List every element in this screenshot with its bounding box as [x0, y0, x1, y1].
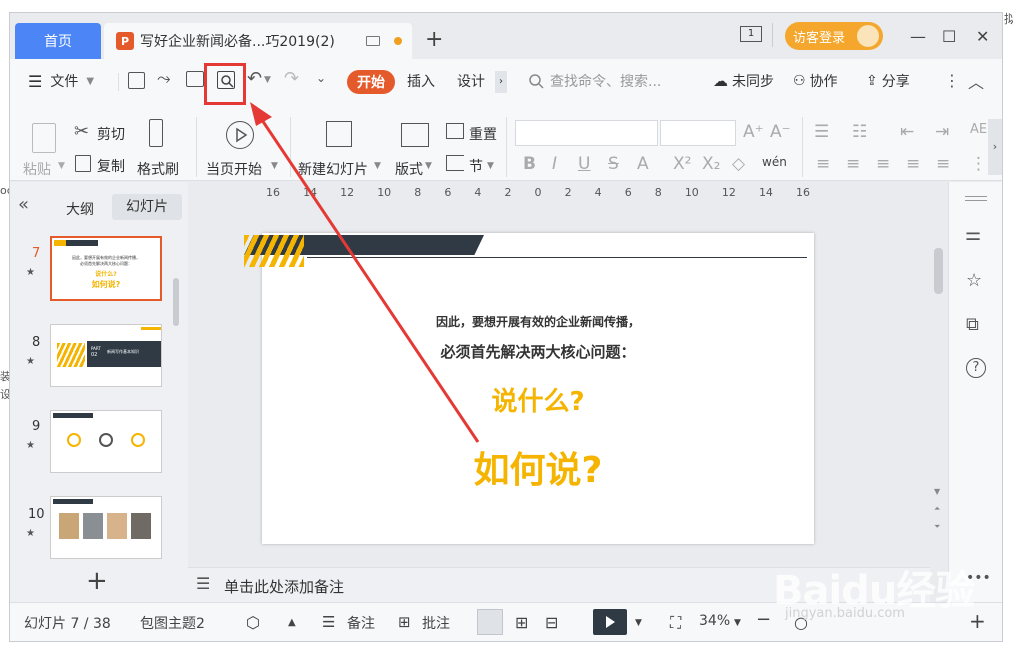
- watermark-url: jingyan.baidu.com: [785, 606, 905, 621]
- annotation-arrow: [250, 102, 480, 443]
